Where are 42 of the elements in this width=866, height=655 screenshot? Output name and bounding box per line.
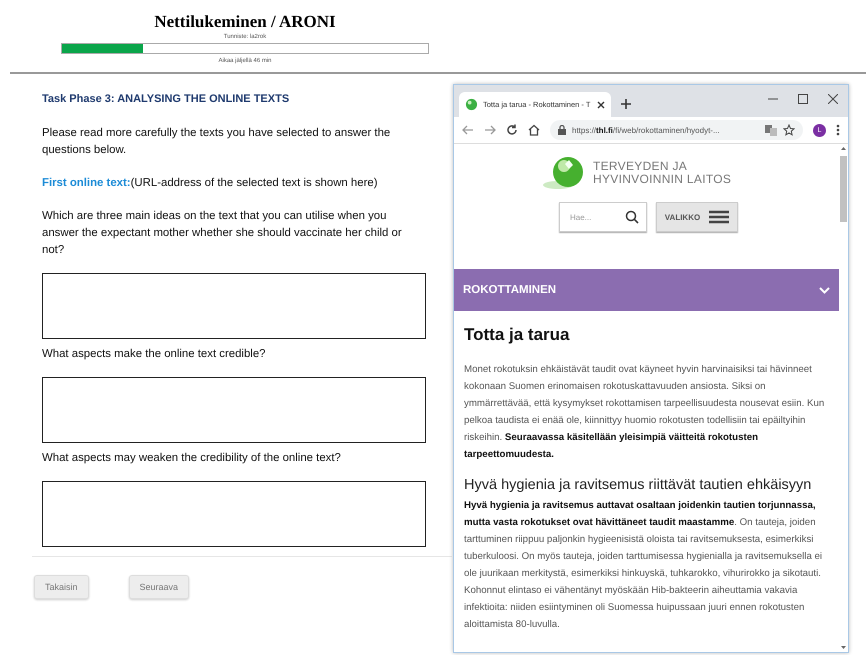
question-text: Which are three main ideas on the text that you can utilise when you answer the expectant mother whether she should vaccinate her child or not? xyxy=(42,209,403,258)
logo-text: TERVEYDEN JA xyxy=(593,160,688,173)
question-text: What aspects may weaken the credibility of the online text? xyxy=(42,451,342,466)
close-tab-icon[interactable] xyxy=(597,100,605,108)
maximize-icon[interactable] xyxy=(798,94,808,104)
back-button[interactable]: Takaisin xyxy=(34,575,89,599)
answer-box[interactable] xyxy=(42,273,426,339)
address-bar[interactable]: https://thl.fi/fi/web/rokottaminen/hyodyt-... xyxy=(550,120,803,140)
question-text: What aspects make the online text credible? xyxy=(42,347,267,362)
article-title: Totta ja tarua xyxy=(464,325,570,345)
search-field[interactable]: Hae... xyxy=(559,202,647,232)
url-note-text: (URL-address of the selected text is shown here) xyxy=(130,177,378,189)
lock-icon xyxy=(558,125,566,135)
search-icon xyxy=(625,210,639,224)
scroll-down-arrow-icon[interactable] xyxy=(841,646,846,649)
new-tab-icon[interactable] xyxy=(621,99,631,109)
article-subheading: Hyvä hygienia ja ravitsemus riittävät tautien ehkäisyyn xyxy=(464,477,812,493)
back-arrow-icon[interactable] xyxy=(462,124,474,136)
task-heading: Task Phase 3: ANALYSING THE ONLINE TEXTS xyxy=(42,93,290,105)
instructions-text: Please read more carefully the texts you have selected to answer the questions below. xyxy=(42,126,392,158)
close-icon[interactable] xyxy=(828,94,838,104)
site-favicon-icon xyxy=(465,98,478,111)
reload-icon[interactable] xyxy=(506,124,518,136)
article-paragraph: Monet rokotuksin ehkäistävät taudit ovat käyneet hyvin harvinaisiksi tai hävinneet kokonaan Suomen erinomaisen rokotuskattavuuden ansiosta. Siksi on ymmärrettävää, että kysymykset rokottamisen tarpeellisuudesta nousevat esiin. Kun pelkoa taudista ei enää ole, kiinnittyy huomio rokotusten todellisiin tai epäiltyihin riskeihin. Seuraavassa käsitellään yleisimpiä väitteitä rokotusten tarpeettomuudesta. xyxy=(464,363,826,462)
scrollbar-thumb[interactable] xyxy=(840,156,847,222)
star-icon[interactable] xyxy=(783,124,795,136)
article-paragraph: Hyvä hygienia ja ravitsemus auttavat osaltaan joidenkin tautien torjunnassa, mutta vasta rokotukset ovat hävittäneet taudit maastamme. On tauteja, joiden tarttuminen riippuu paljonkin hygieenisistä oloista tai ravitsemuksesta, esimerkiksi tuberkuloosi. On myös tauteja, joiden tarttumisessa hygienialla ja ravitsemuksella ei ole juurikaan merkitystä, esimerkiksi hinkuyskä, tuhkarokko, vihurirokko ja sikotauti. Kohonnut elintaso ei vähentänyt myöskään Hib-bakteerin aiheuttamia vakavia infektioita: niiden esiintyminen oli Suomessa huipussaan juuri ennen rokotusten aloittamista 80-luvulla. xyxy=(464,499,824,632)
more-menu-icon[interactable] xyxy=(836,124,840,136)
section-bar[interactable]: ROKOTTAMINEN xyxy=(454,269,839,311)
menu-button[interactable]: VALIKKO xyxy=(656,202,738,232)
first-online-text-label: First online text: xyxy=(42,177,131,189)
answer-box[interactable] xyxy=(42,377,426,443)
scroll-up-arrow-icon[interactable] xyxy=(841,147,846,150)
page-title: Nettilukeminen / ARONI xyxy=(154,12,336,32)
section-title: ROKOTTAMINEN xyxy=(463,284,556,296)
logo-text: HYVINVOINNIN LAITOS xyxy=(593,173,732,186)
forward-arrow-icon[interactable] xyxy=(484,124,496,136)
menu-icon xyxy=(709,210,730,224)
home-icon[interactable] xyxy=(528,124,540,136)
next-button[interactable]: Seuraava xyxy=(128,575,190,599)
chevron-down-icon xyxy=(819,286,830,294)
answer-box[interactable] xyxy=(42,481,426,547)
